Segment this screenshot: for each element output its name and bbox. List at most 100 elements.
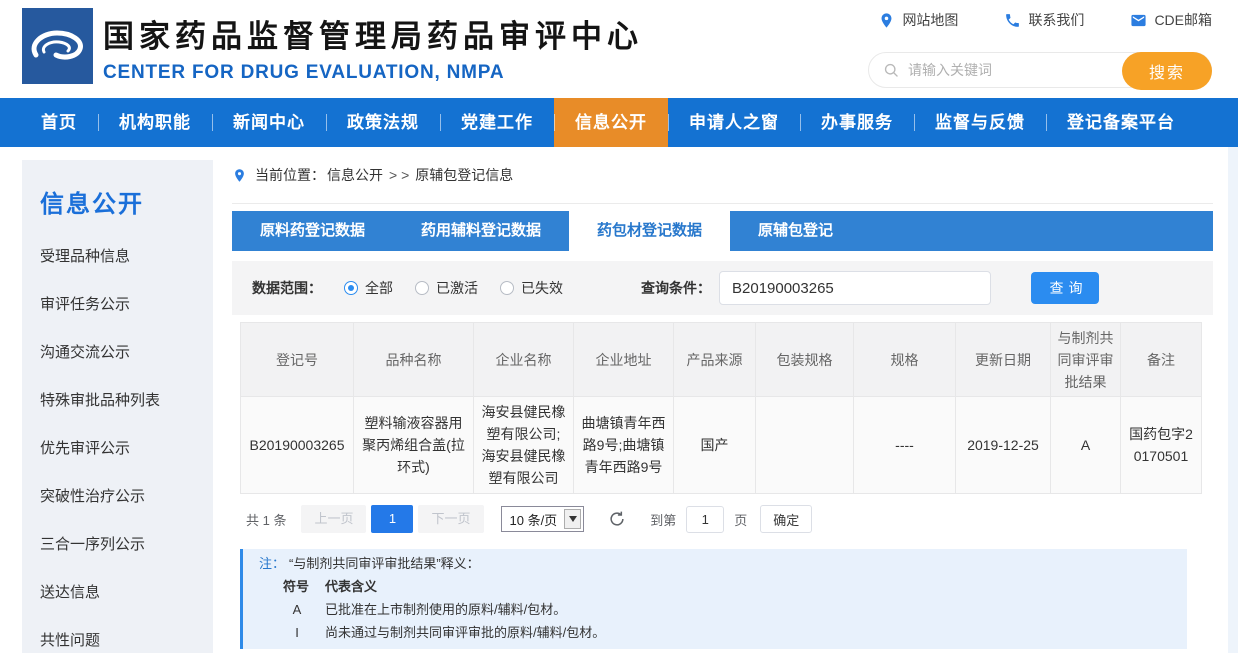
search-icon xyxy=(883,62,900,79)
mailbox-label: CDE邮箱 xyxy=(1154,10,1212,30)
sidebar-item-common-issues[interactable]: 共性问题 xyxy=(40,617,213,653)
page-size-select[interactable]: 10 条/页 xyxy=(501,506,585,532)
nav-item-news[interactable]: 新闻中心 xyxy=(212,98,326,147)
sitemap-label: 网站地图 xyxy=(902,10,958,30)
note-meaning-a: 已批准在上市制剂使用的原料/辅料/包材。 xyxy=(325,602,566,617)
header-company-name: 企业名称 xyxy=(474,323,574,397)
cell-spec: ---- xyxy=(854,397,956,494)
nav-item-services[interactable]: 办事服务 xyxy=(800,98,914,147)
radio-all-icon xyxy=(344,281,358,295)
cell-remarks: 国药包字20170501 xyxy=(1121,397,1202,494)
cell-packaging-spec xyxy=(756,397,854,494)
sitemap-link[interactable]: 网站地图 xyxy=(878,10,958,30)
tab-api-registration[interactable]: 原料药登记数据 xyxy=(232,211,393,251)
table-header-row: 登记号 品种名称 企业名称 企业地址 产品来源 包装规格 规格 更新日期 与制剂… xyxy=(241,323,1202,397)
prev-page-button[interactable]: 上一页 xyxy=(301,505,366,533)
site-subtitle: CENTER FOR DRUG EVALUATION, NMPA xyxy=(103,62,643,84)
header-product-source: 产品来源 xyxy=(674,323,756,397)
breadcrumb-current: 原辅包登记信息 xyxy=(415,165,513,185)
refresh-icon[interactable] xyxy=(608,510,626,528)
query-button[interactable]: 查询 xyxy=(1031,272,1099,304)
radio-expired-icon xyxy=(500,281,514,295)
main-content: 当前位置： 信息公开 > > 原辅包登记信息 原料药登记数据 药用辅料登记数据 … xyxy=(232,147,1213,649)
nav-item-functions[interactable]: 机构职能 xyxy=(98,98,212,147)
tab-packaging-registration[interactable]: 药包材登记数据 xyxy=(569,211,730,251)
contact-link[interactable]: 联系我们 xyxy=(1004,10,1084,30)
sidebar-item-delivery-info[interactable]: 送达信息 xyxy=(40,569,213,617)
mail-icon xyxy=(1130,12,1147,29)
cde-logo xyxy=(22,8,93,84)
page-unit-label: 页 xyxy=(734,510,747,529)
cell-variety-name: 塑料输液容器用聚丙烯组合盖(拉环式) xyxy=(354,397,474,494)
header-spec: 规格 xyxy=(854,323,956,397)
nav-item-info-disclosure[interactable]: 信息公开 xyxy=(554,98,668,147)
radio-all-label: 全部 xyxy=(365,278,393,298)
header-variety-name: 品种名称 xyxy=(354,323,474,397)
scrollbar[interactable] xyxy=(1228,147,1238,653)
breadcrumb-parent-link[interactable]: 信息公开 xyxy=(327,165,383,185)
filter-bar: 数据范围： 全部 已激活 已失效 查询条件： 查询 xyxy=(232,261,1213,315)
note-meaning-header: 代表含义 xyxy=(325,579,377,594)
mailbox-link[interactable]: CDE邮箱 xyxy=(1130,10,1212,30)
query-input[interactable] xyxy=(719,271,991,305)
search-button[interactable]: 搜索 xyxy=(1122,52,1212,90)
note-row-i: I尚未通过与制剂共同审评审批的原料/辅料/包材。 xyxy=(259,621,1187,644)
nav-item-registration-platform[interactable]: 登记备案平台 xyxy=(1046,98,1196,147)
sidebar-item-three-in-one[interactable]: 三合一序列公示 xyxy=(40,521,213,569)
nav-item-home[interactable]: 首页 xyxy=(20,98,98,147)
cell-product-source: 国产 xyxy=(674,397,756,494)
table-row: B20190003265 塑料输液容器用聚丙烯组合盖(拉环式) 海安县健民橡塑有… xyxy=(241,397,1202,494)
header-joint-review-result: 与制剂共同审评审批结果 xyxy=(1051,323,1121,397)
header-remarks: 备注 xyxy=(1121,323,1202,397)
note-header-line: 符号代表含义 xyxy=(259,575,1187,598)
radio-activated[interactable]: 已激活 xyxy=(415,278,478,298)
nav-item-policy[interactable]: 政策法规 xyxy=(326,98,440,147)
tab-excipient-registration[interactable]: 药用辅料登记数据 xyxy=(393,211,569,251)
radio-all[interactable]: 全部 xyxy=(344,278,393,298)
nav-item-supervision[interactable]: 监督与反馈 xyxy=(914,98,1046,147)
nav-item-applicant[interactable]: 申请人之窗 xyxy=(668,98,800,147)
confirm-button[interactable]: 确定 xyxy=(760,505,812,533)
page-number-button[interactable]: 1 xyxy=(371,505,413,533)
cell-company-address: 曲塘镇青年西路9号;曲塘镇青年西路9号 xyxy=(574,397,674,494)
cell-registration-no: B20190003265 xyxy=(241,397,354,494)
site-title: 国家药品监督管理局药品审评中心 xyxy=(103,11,643,56)
next-page-button[interactable]: 下一页 xyxy=(418,505,483,533)
radio-activated-icon xyxy=(415,281,429,295)
page-body: 信息公开 受理品种信息 审评任务公示 沟通交流公示 特殊审批品种列表 优先审评公… xyxy=(0,147,1238,653)
radio-expired[interactable]: 已失效 xyxy=(500,278,563,298)
scope-label: 数据范围： xyxy=(252,278,322,298)
chevron-down-icon xyxy=(564,509,581,529)
sidebar-item-accepted-varieties[interactable]: 受理品种信息 xyxy=(40,233,213,281)
site-search-bar: 搜索 xyxy=(868,52,1212,88)
header-quick-links: 网站地图 联系我们 CDE邮箱 xyxy=(878,10,1212,30)
map-pin-icon xyxy=(878,12,895,29)
data-tabs: 原料药登记数据 药用辅料登记数据 药包材登记数据 原辅包登记 xyxy=(232,211,1213,251)
breadcrumb-label: 当前位置： xyxy=(255,165,325,185)
header-update-date: 更新日期 xyxy=(956,323,1051,397)
goto-page-label: 到第 xyxy=(650,510,676,529)
sidebar-item-review-tasks[interactable]: 审评任务公示 xyxy=(40,281,213,329)
sidebar-item-special-approval[interactable]: 特殊审批品种列表 xyxy=(40,377,213,425)
goto-page-input[interactable] xyxy=(686,506,724,533)
header-packaging-spec: 包装规格 xyxy=(756,323,854,397)
query-label: 查询条件： xyxy=(641,278,711,298)
sidebar-title: 信息公开 xyxy=(40,184,213,219)
sidebar-item-priority-review[interactable]: 优先审评公示 xyxy=(40,425,213,473)
nav-item-party[interactable]: 党建工作 xyxy=(440,98,554,147)
tab-apief-registration[interactable]: 原辅包登记 xyxy=(730,211,861,251)
site-titles: 国家药品监督管理局药品审评中心 CENTER FOR DRUG EVALUATI… xyxy=(103,11,643,84)
note-symbol-i: I xyxy=(283,621,311,644)
registration-table: 登记号 品种名称 企业名称 企业地址 产品来源 包装规格 规格 更新日期 与制剂… xyxy=(240,322,1202,494)
phone-icon xyxy=(1004,12,1021,29)
note-prefix: 注： xyxy=(259,556,285,571)
cell-company-name: 海安县健民橡塑有限公司;海安县健民橡塑有限公司 xyxy=(474,397,574,494)
sidebar-item-communication[interactable]: 沟通交流公示 xyxy=(40,329,213,377)
sidebar: 信息公开 受理品种信息 审评任务公示 沟通交流公示 特殊审批品种列表 优先审评公… xyxy=(22,160,213,653)
site-header: 国家药品监督管理局药品审评中心 CENTER FOR DRUG EVALUATI… xyxy=(0,0,1238,98)
sidebar-item-breakthrough-therapy[interactable]: 突破性治疗公示 xyxy=(40,473,213,521)
note-symbol-a: A xyxy=(283,598,311,621)
note-title-line: 注：“与制剂共同审评审批结果”释义： xyxy=(259,552,1187,575)
note-symbol-header: 符号 xyxy=(283,575,311,598)
breadcrumb: 当前位置： 信息公开 > > 原辅包登记信息 xyxy=(232,147,1213,204)
